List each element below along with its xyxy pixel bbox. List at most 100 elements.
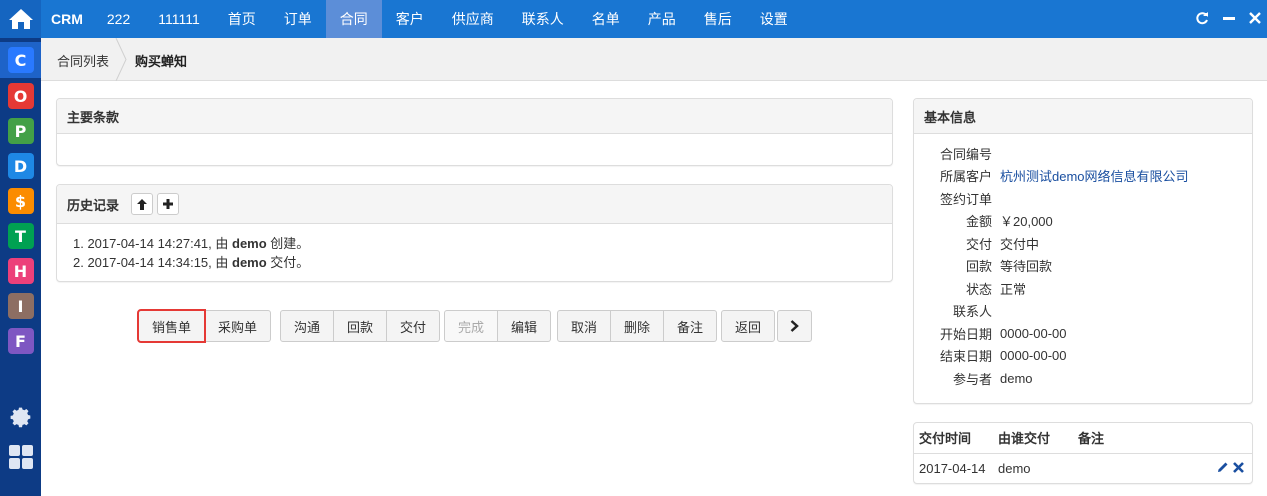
- nav-item-4[interactable]: 合同: [325, 0, 382, 38]
- app-icon-H[interactable]: H: [7, 258, 34, 284]
- info-value: 交付中: [1000, 236, 1040, 252]
- nav-item-8[interactable]: 名单: [578, 0, 634, 38]
- sales-order-button[interactable]: 销售单: [136, 309, 207, 343]
- info-row: 回款 等待回款: [914, 255, 1252, 278]
- nav-item-9[interactable]: 产品: [634, 0, 690, 38]
- nav-item-1[interactable]: 111111: [144, 0, 214, 38]
- history-entry-time: 1. 2017-04-14 14:27:41, 由: [73, 236, 233, 251]
- app-list: C O P D $ T H I F: [0, 42, 41, 363]
- finish-button[interactable]: 完成: [444, 310, 499, 342]
- info-row: 联系人: [914, 300, 1252, 323]
- delivery-time-cell: 2017-04-14: [919, 461, 986, 477]
- info-row: 合同编号: [914, 142, 1252, 165]
- info-label: 金额: [965, 214, 992, 230]
- expand-all-button[interactable]: [157, 193, 180, 215]
- info-row: 参与者 demo: [914, 367, 1252, 390]
- info-value: demo: [1000, 370, 1033, 386]
- breadcrumb-separator-icon: [115, 38, 127, 81]
- info-label: 开始日期: [939, 326, 992, 342]
- history-list: 1. 2017-04-14 14:27:41, 由 demo 创建。 2. 201…: [57, 224, 892, 282]
- info-row: 状态 正常: [914, 277, 1252, 300]
- info-value: ￥20,000: [1000, 214, 1053, 230]
- app-icon-F[interactable]: F: [7, 328, 34, 354]
- breadcrumb-contract-list[interactable]: 合同列表: [57, 51, 109, 70]
- note-button[interactable]: 备注: [664, 310, 718, 342]
- col-delivered-by: 由谁交付: [994, 423, 1074, 454]
- chevron-right-icon: [790, 320, 799, 332]
- sort-up-button[interactable]: [131, 193, 154, 215]
- payment-button[interactable]: 回款: [334, 310, 388, 342]
- nav-item-2[interactable]: 首页: [214, 0, 270, 38]
- delete-icon[interactable]: [1233, 461, 1244, 476]
- gear-icon[interactable]: [8, 404, 34, 430]
- info-row: 交付 交付中: [914, 232, 1252, 255]
- delete-button[interactable]: 删除: [611, 310, 665, 342]
- info-label: 交付: [965, 236, 992, 252]
- next-button[interactable]: [777, 310, 812, 342]
- nav-item-5[interactable]: 客户: [382, 0, 438, 38]
- deliver-button[interactable]: 交付: [387, 310, 441, 342]
- info-row: 结束日期 0000-00-00: [914, 345, 1252, 368]
- nav-item-11[interactable]: 设置: [746, 0, 802, 38]
- info-row: 金额 ￥20,000: [914, 210, 1252, 233]
- order-button-group: 销售单 采购单: [136, 309, 272, 343]
- back-button[interactable]: 返回: [721, 310, 776, 342]
- info-label: 联系人: [952, 304, 992, 320]
- history-entry-action: 交付。: [266, 255, 310, 270]
- app-icon-O[interactable]: O: [7, 83, 34, 109]
- active-app: C: [0, 42, 41, 78]
- apps-grid-icon[interactable]: [8, 444, 34, 470]
- refresh-icon[interactable]: [1195, 11, 1209, 28]
- minimize-icon[interactable]: [1223, 12, 1235, 27]
- app-icon-C[interactable]: C: [7, 47, 34, 73]
- history-entry-action: 创建。: [266, 236, 310, 251]
- note-cell: [1074, 453, 1212, 483]
- info-label: 状态: [965, 281, 992, 297]
- nav-item-7[interactable]: 联系人: [508, 0, 578, 38]
- history-entry-time: 2. 2017-04-14 14:34:15, 由: [73, 255, 233, 270]
- info-value: 等待回款: [1000, 259, 1053, 275]
- arrow-up-icon: [137, 198, 148, 210]
- customer-link[interactable]: 杭州测试demo网络信息有限公司: [1000, 166, 1189, 185]
- basic-info-list: 合同编号所属客户 杭州测试demo网络信息有限公司签约订单金额 ￥20,000 交付交…: [914, 134, 1252, 398]
- info-label: 签约订单: [939, 191, 992, 207]
- basic-info-panel: 基本信息 合同编号 所属客户 杭州测试demo网络信息有限公司 签约订单 金额 ￥20,0…: [913, 98, 1253, 404]
- info-label: 参与者: [952, 371, 992, 387]
- edit-button[interactable]: 编辑: [498, 310, 552, 342]
- nav-item-6[interactable]: 供应商: [438, 0, 508, 38]
- next-button-group: [777, 310, 812, 342]
- app-icon-T[interactable]: T: [7, 223, 34, 249]
- app-icon-I[interactable]: I: [7, 293, 34, 319]
- app-icon-P[interactable]: P: [7, 118, 34, 144]
- close-icon[interactable]: [1249, 11, 1261, 27]
- info-label: 合同编号: [939, 146, 992, 162]
- app-icon-$[interactable]: $: [7, 188, 34, 214]
- cancel-button[interactable]: 取消: [557, 310, 612, 342]
- communicate-button[interactable]: 沟通: [280, 310, 335, 342]
- nav-item-10[interactable]: 售后: [690, 0, 746, 38]
- panel-title: 历史记录: [67, 197, 120, 213]
- brand[interactable]: CRM: [41, 0, 93, 38]
- delivery-table: 交付时间 由谁交付 备注 2017-04-14 demo: [914, 423, 1252, 483]
- manage-button-group: 取消 删除 备注: [557, 310, 718, 342]
- history-entry-actor: demo: [232, 236, 267, 251]
- pencil-icon[interactable]: [1217, 461, 1233, 476]
- app-icon-D[interactable]: D: [7, 153, 34, 179]
- panel-title: 主要条款: [57, 99, 892, 134]
- info-row: 签约订单: [914, 187, 1252, 210]
- breadcrumb-current: 购买蝉知: [135, 54, 188, 69]
- info-label: 结束日期: [939, 349, 992, 365]
- finish-edit-button-group: 完成 编辑: [444, 310, 552, 342]
- process-button-group: 沟通 回款 交付: [280, 310, 441, 342]
- info-value: 0000-00-00: [1000, 325, 1067, 341]
- home-icon[interactable]: [0, 0, 41, 38]
- nav-item-3[interactable]: 订单: [270, 0, 326, 38]
- purchase-order-button[interactable]: 采购单: [205, 310, 272, 342]
- nav-item-0[interactable]: 222: [93, 0, 144, 38]
- history-entry: 2. 2017-04-14 14:34:15, 由 demo 交付。: [73, 253, 876, 272]
- history-entry: 1. 2017-04-14 14:27:41, 由 demo 创建。: [73, 234, 876, 253]
- info-value: 正常: [1000, 281, 1027, 297]
- info-label: 回款: [965, 259, 992, 275]
- info-row: 所属客户 杭州测试demo网络信息有限公司: [914, 165, 1252, 188]
- app-sidebar: C O P D $ T H I F: [0, 0, 41, 496]
